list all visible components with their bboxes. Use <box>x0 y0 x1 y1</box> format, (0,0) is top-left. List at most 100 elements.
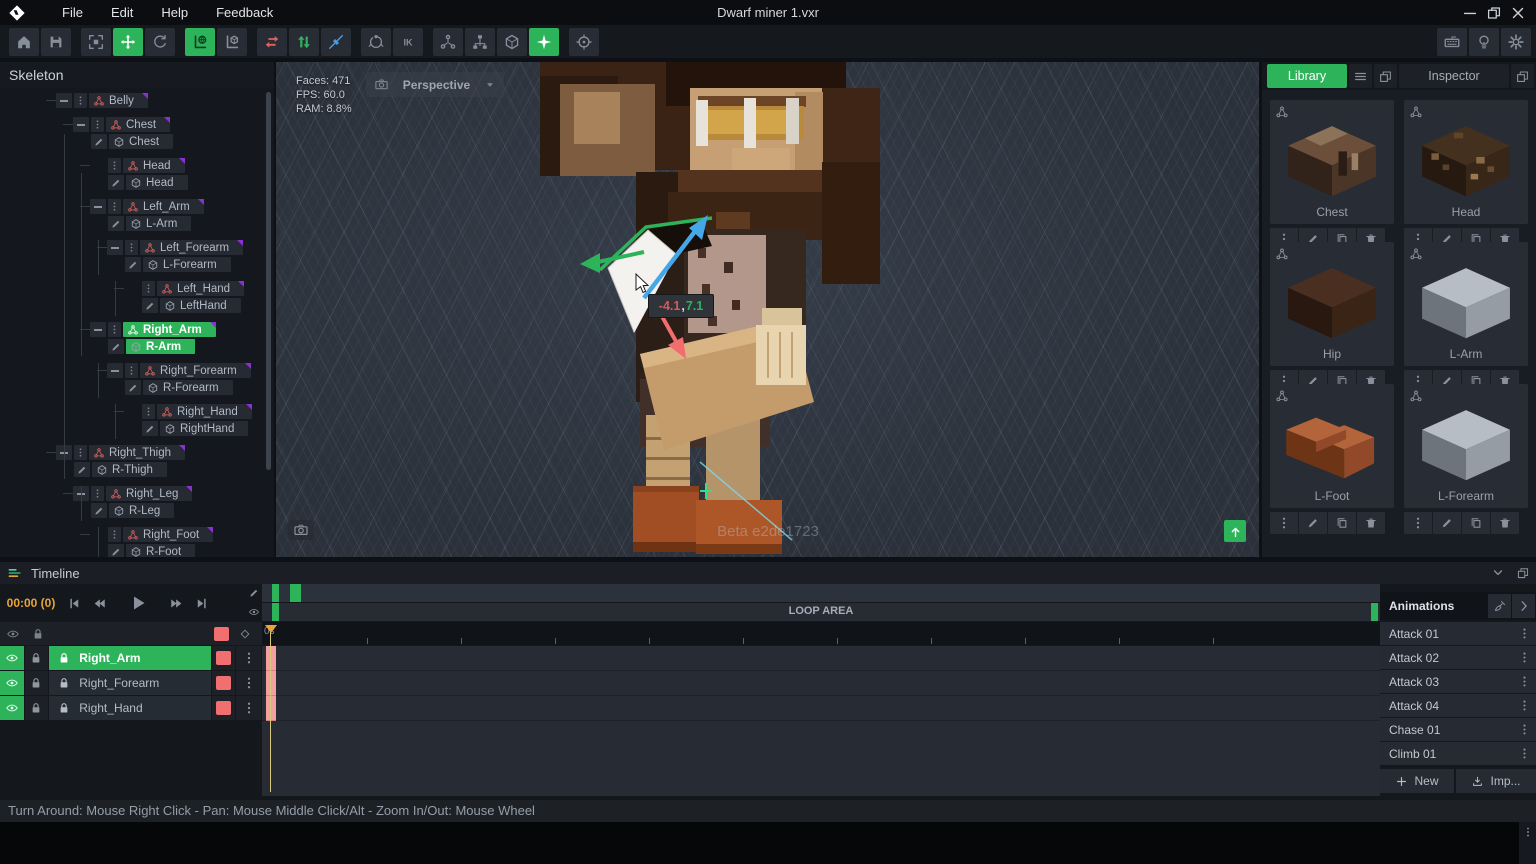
tool-cycle-button[interactable] <box>361 28 391 56</box>
loop-marker[interactable] <box>272 584 279 602</box>
item-thumbnail[interactable] <box>1406 114 1526 200</box>
track-color[interactable] <box>212 696 236 720</box>
collapse-toggle[interactable] <box>107 240 123 255</box>
timeline-popout-button[interactable] <box>1511 564 1534 582</box>
track-name[interactable]: Right_Forearm <box>49 671 211 695</box>
diamond-keyframe-icon[interactable] <box>238 627 252 641</box>
mesh-node[interactable]: Chest <box>109 134 173 149</box>
bone-node[interactable]: Left_Arm <box>123 199 204 214</box>
edit-mesh-button[interactable] <box>108 339 124 354</box>
track-menu-button[interactable] <box>236 671 261 695</box>
library-menu-button[interactable] <box>1349 64 1372 88</box>
animation-climb-01[interactable]: Climb 01 <box>1380 742 1536 765</box>
item-thumbnail[interactable] <box>1406 398 1526 484</box>
playhead[interactable] <box>265 625 277 633</box>
drag-handle[interactable] <box>74 93 87 108</box>
edit-mesh-button[interactable] <box>91 503 107 518</box>
loop-marker[interactable] <box>290 584 301 602</box>
import-animation-button[interactable]: Imp... <box>1456 769 1536 793</box>
play-button[interactable] <box>112 585 164 621</box>
track-name[interactable]: Right_Hand <box>49 696 211 720</box>
track-lock-toggle[interactable] <box>25 671 49 695</box>
skeleton-scrollbar[interactable] <box>266 92 271 470</box>
drag-handle[interactable] <box>91 117 104 132</box>
library-item-hip[interactable]: Hip <box>1270 242 1394 366</box>
mesh-node[interactable]: R-Foot <box>126 544 195 557</box>
item-trash-button[interactable] <box>1357 512 1385 534</box>
tool-bulb-button[interactable] <box>1469 28 1499 56</box>
item-kebab-button[interactable] <box>1270 512 1298 534</box>
mesh-node[interactable]: R-Arm <box>126 339 195 354</box>
lock-icon[interactable] <box>31 627 45 641</box>
fast-forward-button[interactable] <box>164 585 189 621</box>
track-lock-toggle[interactable] <box>25 696 49 720</box>
item-copy-button[interactable] <box>1462 512 1490 534</box>
loop-area-row[interactable]: LOOP AREA <box>262 603 1380 621</box>
track-menu-button[interactable] <box>236 646 261 670</box>
edit-mesh-button[interactable] <box>108 175 124 190</box>
edit-mesh-button[interactable] <box>74 462 90 477</box>
mesh-node[interactable]: R-Thigh <box>92 462 167 477</box>
drag-handle[interactable] <box>125 363 138 378</box>
track-name[interactable]: Right_Arm <box>49 646 211 670</box>
edit-mesh-button[interactable] <box>91 134 107 149</box>
tool-bone-chain-button[interactable] <box>433 28 463 56</box>
edit-mesh-button[interactable] <box>125 257 141 272</box>
collapse-toggle[interactable] <box>56 93 72 108</box>
screenshot-button[interactable] <box>288 520 314 540</box>
inspector-popout-button[interactable] <box>1511 64 1534 88</box>
menu-help[interactable]: Help <box>147 0 202 25</box>
track-color-swatch[interactable] <box>214 627 229 641</box>
bottom-right-strip[interactable] <box>1519 822 1536 864</box>
gizmo-expand-button[interactable] <box>1224 520 1246 542</box>
tool-gear-button[interactable] <box>1501 28 1531 56</box>
timeline-menu-icon[interactable] <box>7 565 23 581</box>
item-thumbnail[interactable] <box>1272 398 1392 484</box>
mesh-node[interactable]: Head <box>126 175 188 190</box>
bone-node[interactable]: Right_Hand <box>157 404 252 419</box>
tool-target-button[interactable] <box>569 28 599 56</box>
library-item-l-foot[interactable]: L-Foot <box>1270 384 1394 508</box>
item-thumbnail[interactable] <box>1272 114 1392 200</box>
keyframe-lane[interactable] <box>262 646 1380 796</box>
menu-file[interactable]: File <box>48 0 97 25</box>
menu-edit[interactable]: Edit <box>97 0 147 25</box>
track-menu-button[interactable] <box>236 696 261 720</box>
tab-library[interactable]: Library <box>1267 64 1347 88</box>
tool-pivot-globe-button[interactable] <box>185 28 215 56</box>
tool-sort-vertical-button[interactable] <box>289 28 319 56</box>
animation-attack-04[interactable]: Attack 04 <box>1380 694 1536 717</box>
bone-node[interactable]: Chest <box>106 117 170 132</box>
clean-animations-button[interactable] <box>1488 594 1511 618</box>
edit-mesh-button[interactable] <box>142 298 158 313</box>
item-thumbnail[interactable] <box>1272 256 1392 342</box>
rewind-button[interactable] <box>87 585 112 621</box>
edit-mesh-button[interactable] <box>142 421 158 436</box>
collapse-toggle[interactable] <box>90 322 106 337</box>
tool-swap-diagonal-button[interactable] <box>321 28 351 56</box>
tool-rotate-button[interactable] <box>145 28 175 56</box>
drag-handle[interactable] <box>108 158 121 173</box>
track-visibility-toggle[interactable] <box>0 696 24 720</box>
tool-hierarchy-button[interactable] <box>465 28 495 56</box>
mesh-node[interactable]: LeftHand <box>160 298 241 313</box>
tool-cube-button[interactable] <box>497 28 527 56</box>
keyframe-bar[interactable] <box>266 696 276 721</box>
mesh-node[interactable]: R-Leg <box>109 503 174 518</box>
bone-node[interactable]: Belly <box>89 93 148 108</box>
library-item-l-arm[interactable]: L-Arm <box>1404 242 1528 366</box>
bone-node[interactable]: Right_Thigh <box>89 445 185 460</box>
collapse-toggle[interactable] <box>90 199 106 214</box>
restore-button[interactable] <box>1482 2 1506 24</box>
skip-to-start-button[interactable] <box>62 585 87 621</box>
mesh-node[interactable]: RightHand <box>160 421 248 436</box>
drag-handle[interactable] <box>108 199 121 214</box>
eye-icon[interactable] <box>6 627 20 641</box>
animation-attack-03[interactable]: Attack 03 <box>1380 670 1536 693</box>
bone-node[interactable]: Right_Arm <box>123 322 216 337</box>
track-lock-toggle[interactable] <box>25 646 49 670</box>
mesh-node[interactable]: L-Forearm <box>143 257 231 272</box>
library-item-chest[interactable]: Chest <box>1270 100 1394 224</box>
edit-mesh-button[interactable] <box>108 216 124 231</box>
track-visibility-toggle[interactable] <box>0 646 24 670</box>
